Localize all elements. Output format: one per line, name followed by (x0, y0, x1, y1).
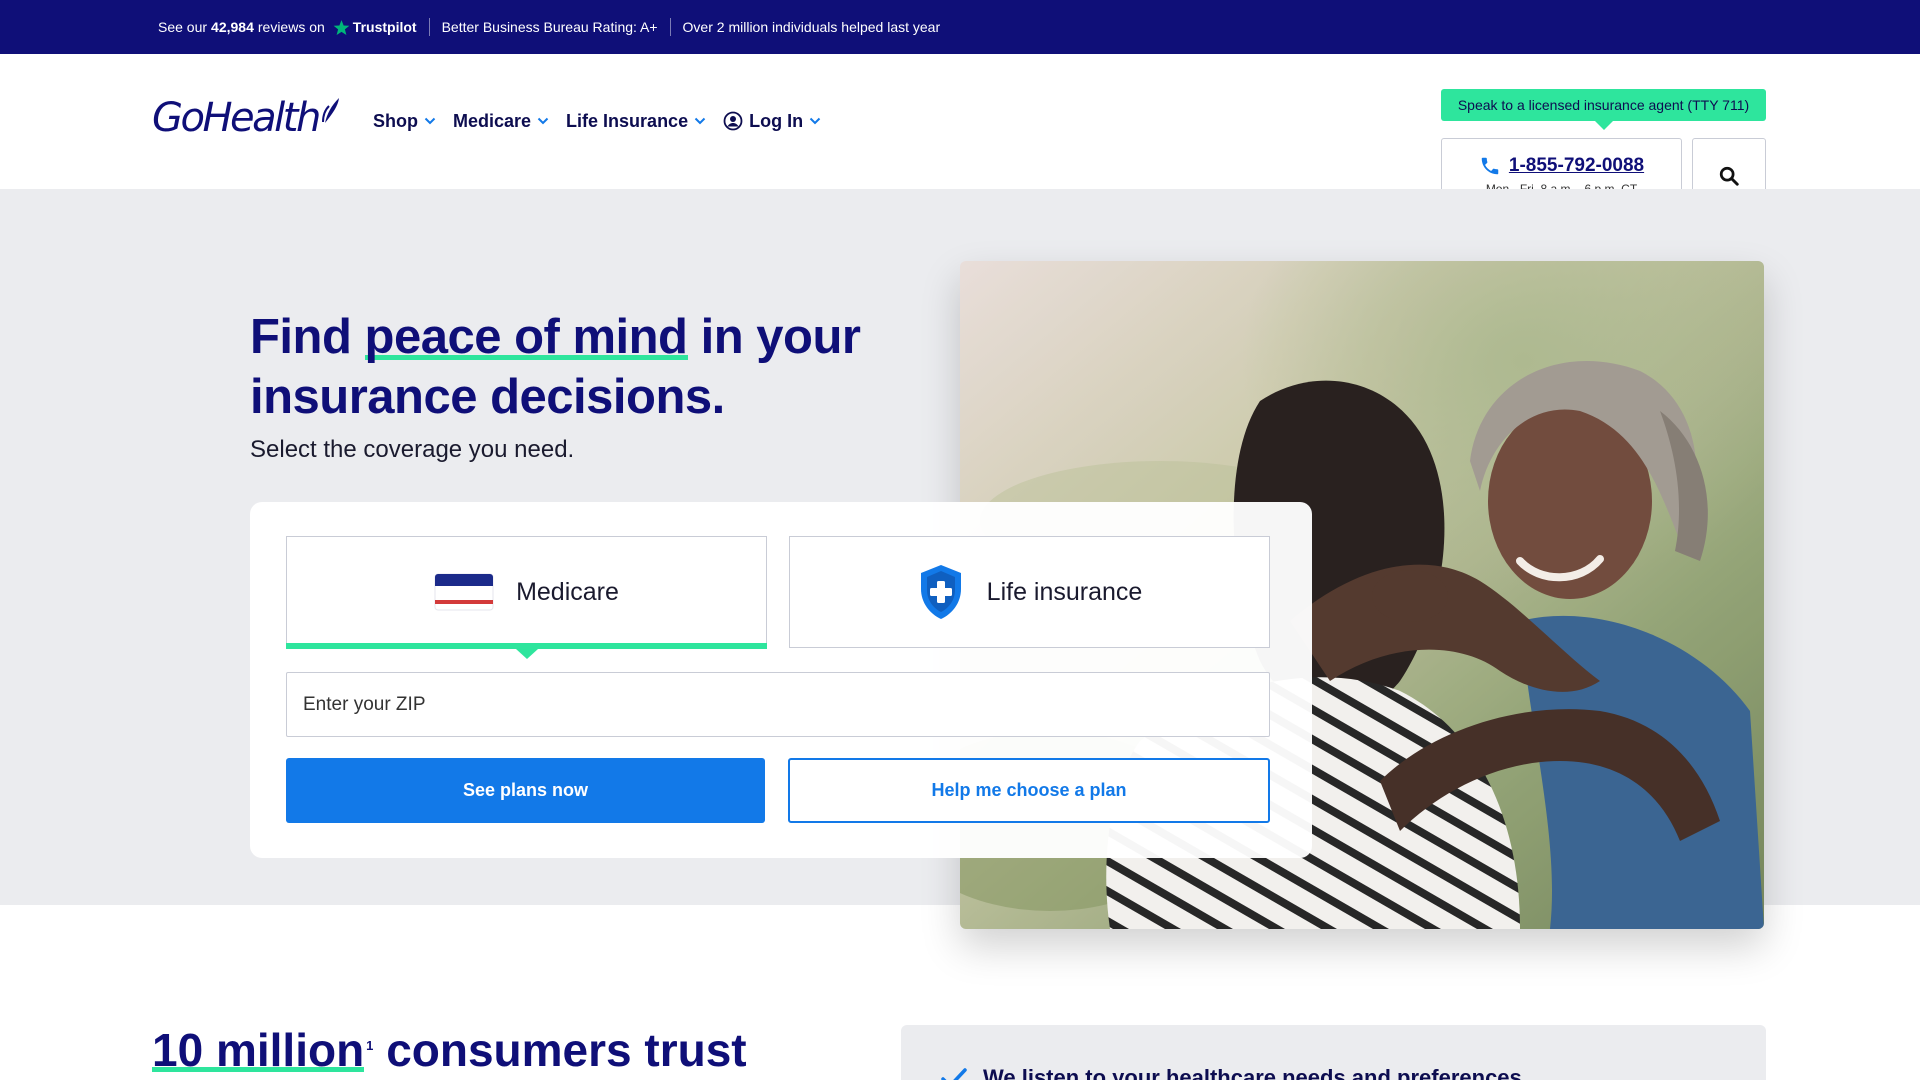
nav-log-in[interactable]: Log In (723, 106, 821, 136)
tab-label: Life insurance (986, 577, 1143, 606)
reviews-prefix: See our (158, 19, 208, 35)
nav-life-insurance[interactable]: Life Insurance (566, 106, 706, 136)
search-icon (1719, 166, 1739, 186)
tab-label: Medicare (516, 577, 619, 606)
bbb-rating: Better Business Bureau Rating: A+ (441, 19, 658, 35)
see-plans-button[interactable]: See plans now (286, 758, 765, 823)
stats-highlight: 10 million (152, 1024, 365, 1076)
stats-text: consumers trust (386, 1024, 747, 1076)
reason-item: We listen to your healthcare needs and p… (941, 1065, 1522, 1080)
user-circle-icon (723, 111, 743, 131)
phone-icon (1481, 157, 1499, 175)
top-announcement-bar: See our 42,984 reviews on Trustpilot Bet… (0, 0, 1920, 54)
shield-plus-icon (920, 565, 961, 619)
reasons-panel: We listen to your healthcare needs and p… (901, 1025, 1766, 1080)
nav-label: Shop (373, 110, 418, 131)
phone-number-link[interactable]: 1-855-792-0088 (1509, 155, 1644, 177)
checkmark-icon (941, 1068, 967, 1080)
gohealth-logo[interactable]: GoHealth (152, 96, 341, 138)
helped-stat: Over 2 million individuals helped last y… (682, 19, 941, 35)
site-header: GoHealth Shop Medicare Life Insurance Lo… (0, 54, 1920, 213)
hero-title: Find peace of mind in your insurance dec… (250, 307, 890, 427)
nav-medicare[interactable]: Medicare (453, 106, 549, 136)
logo-text: GoHealth (152, 95, 321, 141)
chevron-down-icon (424, 117, 436, 125)
reviews-count: 42,984 (211, 19, 254, 35)
nav-label: Log In (749, 110, 804, 131)
hero-section: Find peace of mind in your insurance dec… (0, 189, 1920, 929)
title-highlight: peace of mind (364, 310, 688, 364)
stats-heading: 10 million 1 consumers trust (152, 1020, 747, 1080)
nav-label: Medicare (453, 110, 532, 131)
coverage-selector-card: Medicare Life insurance See plans now He… (250, 502, 1312, 858)
reviews-suffix: reviews on (257, 19, 325, 35)
reason-text: We listen to your healthcare needs and p… (983, 1065, 1522, 1080)
chevron-down-icon (809, 117, 821, 125)
nav-shop[interactable]: Shop (373, 106, 436, 136)
leaf-icon (321, 98, 339, 123)
chevron-down-icon (694, 117, 706, 125)
trustpilot-star-icon (333, 19, 350, 35)
footnote-marker[interactable]: 1 (366, 1038, 373, 1053)
hero-subtitle: Select the coverage you need. (250, 436, 575, 463)
chevron-down-icon (537, 117, 549, 125)
agent-tooltip: Speak to a licensed insurance agent (TTY… (1441, 89, 1766, 130)
phone-row: 1-855-792-0088 (1479, 155, 1644, 177)
help-choose-plan-button[interactable]: Help me choose a plan (788, 758, 1270, 823)
trustpilot-logo: Trustpilot (352, 19, 417, 35)
tab-life-insurance[interactable]: Life insurance (789, 536, 1270, 648)
tab-medicare[interactable]: Medicare (286, 536, 767, 648)
tab-selected-indicator (286, 643, 767, 659)
trustpilot-reviews[interactable]: See our 42,984 reviews on Trustpilot (158, 17, 429, 37)
zip-input[interactable] (286, 672, 1270, 737)
medicare-card-icon (434, 573, 494, 611)
main-nav: Shop Medicare Life Insurance Log In (373, 106, 821, 136)
nav-label: Life Insurance (566, 110, 689, 131)
title-text: Find (250, 310, 365, 364)
